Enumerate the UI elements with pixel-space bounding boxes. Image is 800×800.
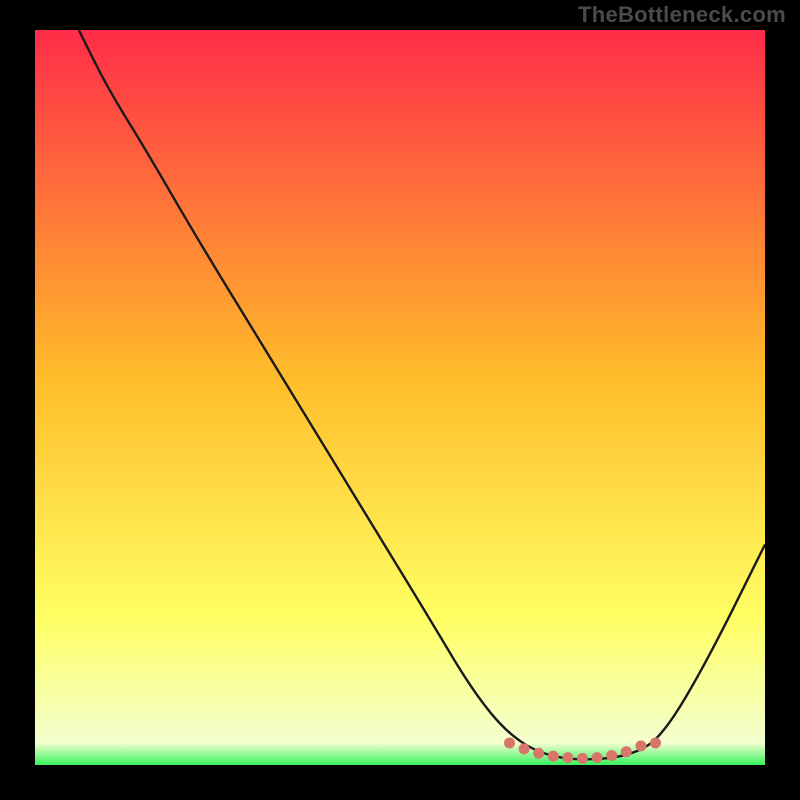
plot-area	[35, 30, 765, 765]
marker-dot	[548, 751, 559, 762]
marker-dot	[650, 737, 661, 748]
marker-dot	[635, 740, 646, 751]
marker-dot	[606, 750, 617, 761]
watermark-text: TheBottleneck.com	[578, 2, 786, 28]
marker-dot	[621, 746, 632, 757]
marker-dot	[592, 752, 603, 763]
marker-dot	[533, 748, 544, 759]
marker-dot	[519, 743, 530, 754]
gradient-rect	[35, 30, 765, 765]
marker-dot	[504, 737, 515, 748]
marker-dot	[562, 752, 573, 763]
chart-svg	[35, 30, 765, 765]
chart-stage: { "watermark": "TheBottleneck.com", "col…	[0, 0, 800, 800]
marker-dot	[577, 753, 588, 764]
